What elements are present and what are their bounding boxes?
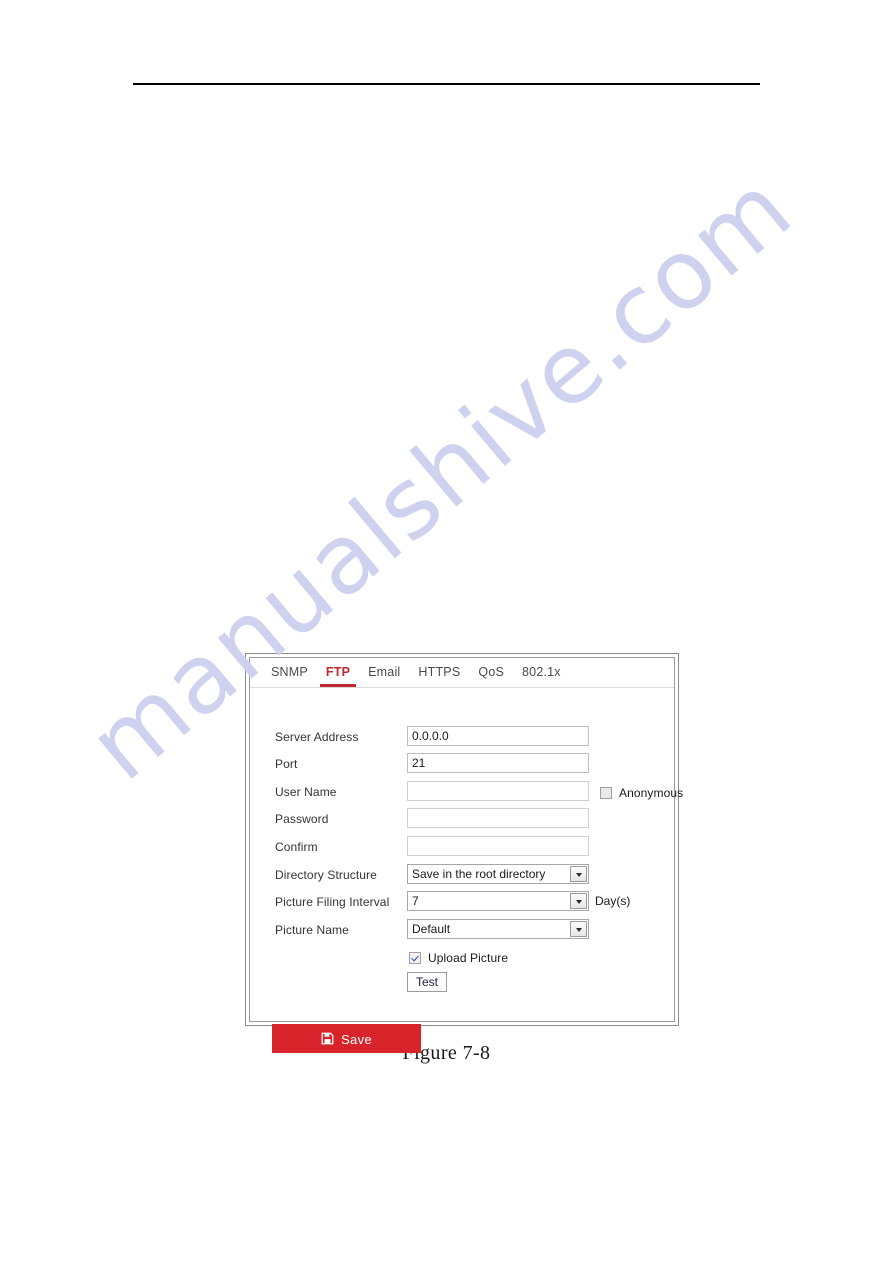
picture-filing-interval-select[interactable]: 7 [407,891,589,911]
tab-ftp[interactable]: FTP [317,658,359,687]
row-password: Password [250,808,674,830]
label-picture-name: Picture Name [275,923,349,937]
watermark: manualshive.com [0,0,893,1263]
save-button[interactable]: Save [272,1024,421,1053]
row-picture-filing-interval: Picture Filing Interval 7 Day(s) [250,891,674,913]
upload-picture-label: Upload Picture [428,950,509,965]
ftp-form: Server Address 0.0.0.0 Port 21 User Name… [250,688,683,1053]
label-password: Password [275,812,329,826]
tab-bar: SNMP FTP Email HTTPS QoS 802.1x [250,658,674,688]
save-button-label: Save [341,1032,372,1048]
directory-structure-select[interactable]: Save in the root directory [407,864,589,884]
label-user-name: User Name [275,785,337,799]
document-page: manualshive.com SNMP FTP Email HTTPS QoS 802.… [0,0,893,1263]
upload-picture-checkbox-group[interactable]: Upload Picture [409,949,508,967]
picture-name-value: Default [412,922,451,936]
password-input[interactable] [407,808,589,828]
label-port: Port [275,757,298,771]
upload-picture-checkbox[interactable] [409,951,421,964]
confirm-input[interactable] [407,836,589,856]
row-port: Port 21 [250,753,674,775]
row-directory-structure: Directory Structure Save in the root dir… [250,864,674,886]
test-button[interactable]: Test [407,972,447,992]
tab-email[interactable]: Email [359,658,409,687]
label-directory-structure: Directory Structure [275,868,377,882]
label-picture-filing-interval: Picture Filing Interval [275,895,390,909]
chevron-down-icon[interactable] [570,921,587,937]
user-name-input[interactable] [407,781,589,801]
picture-filing-interval-value: 7 [412,894,419,908]
anonymous-checkbox[interactable] [600,786,612,799]
picture-name-select[interactable]: Default [407,919,589,939]
label-confirm: Confirm [275,840,318,854]
label-server-address: Server Address [275,730,359,744]
tab-https[interactable]: HTTPS [409,658,469,687]
anonymous-label: Anonymous [619,785,684,800]
row-picture-name: Picture Name Default [250,919,674,941]
server-address-input[interactable]: 0.0.0.0 [407,726,589,746]
floppy-disk-icon [321,1026,334,1045]
tab-802-1x[interactable]: 802.1x [513,658,570,687]
row-confirm: Confirm [250,836,674,858]
chevron-down-icon[interactable] [570,866,587,882]
chevron-down-icon[interactable] [570,893,587,909]
ftp-settings-panel: SNMP FTP Email HTTPS QoS 802.1x Server Addres… [245,653,683,1053]
picture-filing-interval-unit: Day(s) [595,894,631,908]
page-header-rule [133,83,760,85]
tab-qos[interactable]: QoS [469,658,513,687]
port-input[interactable]: 21 [407,753,589,773]
row-user-name: User Name Anonymous [250,781,683,803]
anonymous-checkbox-group[interactable]: Anonymous [600,784,683,802]
row-server-address: Server Address 0.0.0.0 [250,726,674,748]
directory-structure-value: Save in the root directory [412,867,546,881]
panel-inner-frame: SNMP FTP Email HTTPS QoS 802.1x Server Addres… [249,657,683,1053]
tab-snmp[interactable]: SNMP [262,658,317,687]
figure-caption: Figure 7-8 [402,1042,491,1064]
